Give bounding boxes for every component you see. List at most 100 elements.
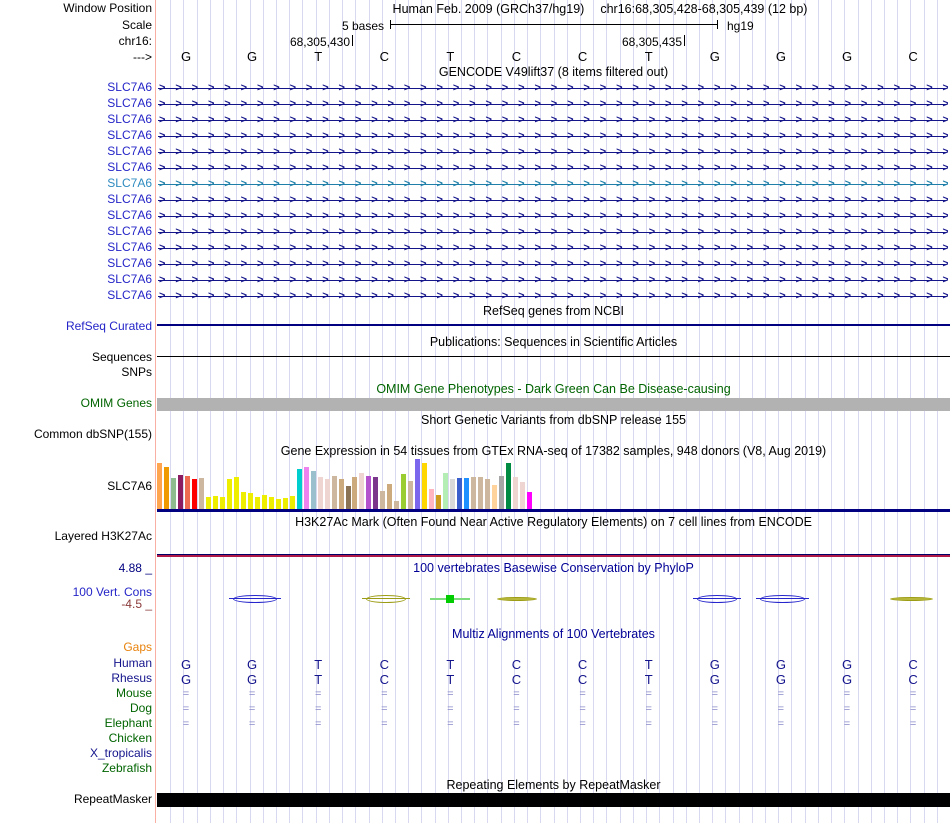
gtex-tissue-bar [317, 477, 323, 509]
track-title-omim[interactable]: OMIM Gene Phenotypes - Dark Green Can Be… [157, 383, 950, 396]
alignment-double-gap: = [777, 688, 785, 700]
strand-arrows: >>>>>>>>>>>>>>>>>>>>>>>>>>>>>>>>>>>>>>>>… [159, 146, 948, 158]
gtex-baseline [157, 509, 950, 512]
track-title-h3k27ac[interactable]: H3K27Ac Mark (Often Found Near Active Re… [157, 516, 950, 529]
alignment-base: C [511, 672, 522, 687]
gene-label-slc7a6[interactable]: SLC7A6 [0, 273, 152, 286]
track-label-repeatmasker[interactable]: RepeatMasker [0, 793, 152, 806]
reference-base: T [644, 49, 653, 64]
species-label-gaps[interactable]: Gaps [0, 641, 152, 654]
coordinate-left-tick [352, 35, 353, 46]
alignment-double-gap: = [248, 718, 256, 730]
gene-label-slc7a6[interactable]: SLC7A6 [0, 129, 152, 142]
track-title-publications[interactable]: Publications: Sequences in Scientific Ar… [157, 336, 950, 349]
strand-arrows: >>>>>>>>>>>>>>>>>>>>>>>>>>>>>>>>>>>>>>>>… [159, 98, 948, 110]
gtex-tissue-bar [171, 478, 176, 509]
alignment-double-gap: = [182, 703, 190, 715]
gene-label-slc7a6[interactable]: SLC7A6 [0, 113, 152, 126]
alignment-base: G [709, 657, 720, 672]
publications-sequences-item[interactable] [157, 356, 950, 357]
scale-label: Scale [121, 18, 152, 32]
track-title-repeatmasker[interactable]: Repeating Elements by RepeatMasker [157, 779, 950, 792]
gtex-tissue-bar [415, 459, 421, 509]
repeatmasker-element-bar[interactable] [157, 793, 950, 807]
gene-label-slc7a6[interactable]: SLC7A6 [0, 145, 152, 158]
track-label-refseq-curated[interactable]: RefSeq Curated [0, 320, 152, 333]
species-label-mouse[interactable]: Mouse [0, 687, 152, 700]
scale-bar [390, 20, 718, 29]
gene-label-slc7a6[interactable]: SLC7A6 [0, 97, 152, 110]
species-label-rhesus[interactable]: Rhesus [0, 672, 152, 685]
gene-row-transcript[interactable]: >>>>>>>>>>>>>>>>>>>>>>>>>>>>>>>>>>>>>>>>… [157, 144, 948, 160]
coordinate-right-tick [684, 35, 685, 46]
gene-label-slc7a6[interactable]: SLC7A6 [0, 177, 152, 190]
gene-row-transcript[interactable]: >>>>>>>>>>>>>>>>>>>>>>>>>>>>>>>>>>>>>>>>… [157, 176, 948, 192]
track-label-sequences[interactable]: Sequences [0, 351, 152, 364]
gtex-tissue-bar [191, 479, 197, 509]
species-label-x_tropicalis[interactable]: X_tropicalis [0, 747, 152, 760]
track-label-common-dbsnp[interactable]: Common dbSNP(155) [0, 428, 152, 441]
track-title-gtex[interactable]: Gene Expression in 54 tissues from GTEx … [157, 445, 950, 458]
track-title-dbsnp[interactable]: Short Genetic Variants from dbSNP releas… [157, 414, 950, 427]
gene-row-transcript[interactable]: >>>>>>>>>>>>>>>>>>>>>>>>>>>>>>>>>>>>>>>>… [157, 160, 948, 176]
gene-label-slc7a6[interactable]: SLC7A6 [0, 257, 152, 270]
species-label-elephant[interactable]: Elephant [0, 717, 152, 730]
gene-label-slc7a6[interactable]: SLC7A6 [0, 225, 152, 238]
refseq-curated-item[interactable] [157, 324, 950, 326]
gtex-tissue-bar [513, 477, 518, 509]
alignment-double-gap: = [381, 718, 388, 730]
gene-row-transcript[interactable]: >>>>>>>>>>>>>>>>>>>>>>>>>>>>>>>>>>>>>>>>… [157, 208, 948, 224]
window-position-value: Human Feb. 2009 (GRCh37/hg19) chr16:68,30… [250, 2, 950, 16]
alignment-base: G [247, 672, 258, 687]
alignment-base: G [841, 672, 853, 687]
gene-label-slc7a6[interactable]: SLC7A6 [0, 193, 152, 206]
track-label-gtex-gene[interactable]: SLC7A6 [0, 480, 152, 493]
gene-label-slc7a6[interactable]: SLC7A6 [0, 81, 152, 94]
gene-row-transcript[interactable]: >>>>>>>>>>>>>>>>>>>>>>>>>>>>>>>>>>>>>>>>… [157, 224, 948, 240]
track-label-layered-h3k27ac[interactable]: Layered H3K27Ac [0, 530, 152, 543]
gene-row-transcript[interactable]: >>>>>>>>>>>>>>>>>>>>>>>>>>>>>>>>>>>>>>>>… [157, 288, 948, 304]
gtex-tissue-bar [233, 477, 239, 509]
gene-row-transcript[interactable]: >>>>>>>>>>>>>>>>>>>>>>>>>>>>>>>>>>>>>>>>… [157, 240, 948, 256]
gene-row-transcript[interactable]: >>>>>>>>>>>>>>>>>>>>>>>>>>>>>>>>>>>>>>>>… [157, 272, 948, 288]
alignment-base: T [644, 657, 653, 672]
gene-label-slc7a6[interactable]: SLC7A6 [0, 289, 152, 302]
track-title-conservation[interactable]: 100 vertebrates Basewise Conservation by… [157, 562, 950, 575]
conservation-midline [229, 598, 281, 599]
species-label-zebrafish[interactable]: Zebrafish [0, 762, 152, 775]
track-label-snps[interactable]: SNPs [0, 366, 152, 379]
species-label-dog[interactable]: Dog [0, 702, 152, 715]
gene-label-slc7a6[interactable]: SLC7A6 [0, 209, 152, 222]
alignment-base: C [511, 657, 522, 672]
reference-base: T [446, 49, 455, 64]
gene-row-transcript[interactable]: >>>>>>>>>>>>>>>>>>>>>>>>>>>>>>>>>>>>>>>>… [157, 112, 948, 128]
gene-label-slc7a6[interactable]: SLC7A6 [0, 161, 152, 174]
species-label-human[interactable]: Human [0, 657, 152, 670]
reference-base: T [314, 49, 323, 64]
gene-row-transcript[interactable]: >>>>>>>>>>>>>>>>>>>>>>>>>>>>>>>>>>>>>>>>… [157, 192, 948, 208]
alignment-double-gap: = [645, 718, 652, 730]
gtex-tissue-bar [436, 495, 442, 509]
track-title-multiz[interactable]: Multiz Alignments of 100 Vertebrates [157, 628, 950, 641]
gene-row-transcript[interactable]: >>>>>>>>>>>>>>>>>>>>>>>>>>>>>>>>>>>>>>>>… [157, 80, 948, 96]
omim-gene-bar[interactable] [157, 398, 950, 411]
track-label-omim-genes[interactable]: OMIM Genes [0, 397, 152, 410]
gene-label-slc7a6[interactable]: SLC7A6 [0, 241, 152, 254]
gtex-tissue-bar [464, 478, 470, 509]
alignment-double-gap: = [314, 688, 322, 700]
alignment-base: G [180, 657, 192, 672]
gtex-tissue-bar [289, 496, 295, 509]
track-title-gencode[interactable]: GENCODE V49lift37 (8 items filtered out) [157, 66, 950, 79]
alignment-double-gap: = [645, 688, 652, 700]
gene-row-transcript[interactable]: >>>>>>>>>>>>>>>>>>>>>>>>>>>>>>>>>>>>>>>>… [157, 256, 948, 272]
alignment-double-gap: = [248, 703, 256, 715]
gtex-tissue-bar [240, 492, 246, 509]
track-title-refseq[interactable]: RefSeq genes from NCBI [157, 305, 950, 318]
gtex-tissue-bar [282, 498, 288, 509]
assembly-title: Human Feb. 2009 (GRCh37/hg19) [392, 2, 585, 16]
alignment-double-gap: = [909, 718, 917, 730]
gene-row-transcript[interactable]: >>>>>>>>>>>>>>>>>>>>>>>>>>>>>>>>>>>>>>>>… [157, 96, 948, 112]
gene-row-transcript[interactable]: >>>>>>>>>>>>>>>>>>>>>>>>>>>>>>>>>>>>>>>>… [157, 128, 948, 144]
strand-arrows: >>>>>>>>>>>>>>>>>>>>>>>>>>>>>>>>>>>>>>>>… [159, 162, 948, 174]
species-label-chicken[interactable]: Chicken [0, 732, 152, 745]
